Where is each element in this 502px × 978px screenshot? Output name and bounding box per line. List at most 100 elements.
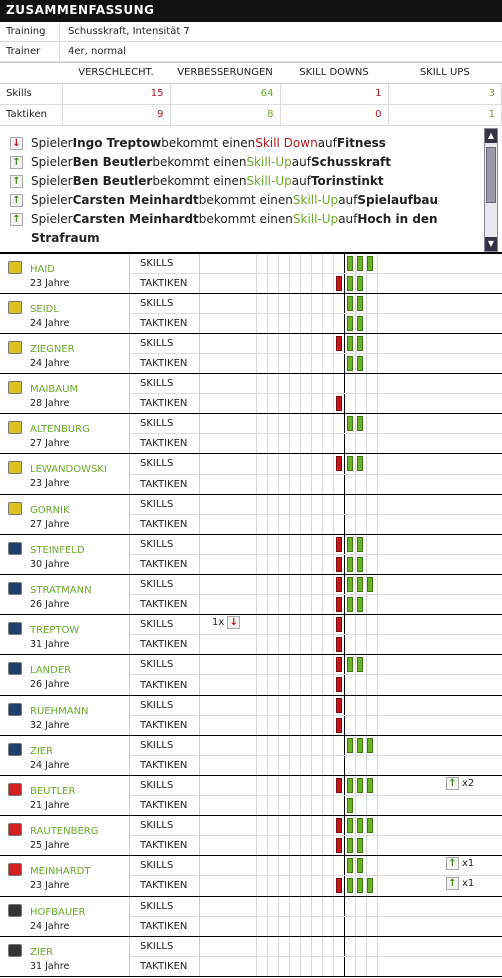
improve-bar: [347, 597, 353, 613]
player-name[interactable]: TREPTOW: [30, 625, 79, 636]
decline-bar: [336, 637, 342, 653]
cell: 15: [62, 83, 171, 105]
player-name[interactable]: RUEHMANN: [30, 706, 89, 717]
player-name[interactable]: STEINFELD: [30, 545, 85, 556]
skills-row: SKILLS 1x ↓: [130, 615, 502, 636]
player-name[interactable]: RAUTENBERG: [30, 826, 99, 837]
position-badge-icon: [8, 461, 22, 475]
player-name[interactable]: ALTENBURG: [30, 424, 90, 435]
player-row[interactable]: LEWANDOWSKI 23 Jahre SKILLS TAKTIKEN: [0, 454, 502, 495]
player-row[interactable]: MEINHARDT 23 Jahre SKILLS ↑ x1 TAKTIKEN ↑ x1: [0, 856, 502, 897]
log-name: Ingo Treptow: [72, 136, 162, 150]
bar-grid: [246, 936, 382, 956]
player-info: MAIBAUM 28 Jahre: [0, 374, 130, 414]
player-row[interactable]: HOFBAUER 24 Jahre SKILLS TAKTIKEN: [0, 896, 502, 937]
taktiken-row: TAKTIKEN: [130, 635, 502, 655]
taktiken-row: TAKTIKEN: [130, 434, 502, 454]
player-row[interactable]: RAUTENBERG 25 Jahre SKILLS TAKTIKEN: [0, 816, 502, 857]
log-entry: ↓ Spieler Ingo Treptow bekommt einen Skil…: [0, 134, 502, 153]
page-title: ZUSAMMENFASSUNG: [0, 0, 502, 22]
position-badge-icon: [8, 622, 22, 636]
scroll-down-icon[interactable]: ▼: [485, 236, 497, 251]
improve-bar: [347, 818, 353, 834]
skills-row: SKILLS: [130, 735, 502, 756]
player-name[interactable]: LANDER: [30, 665, 71, 676]
player-age: 32 Jahre: [30, 719, 70, 731]
log-post: auf: [317, 136, 337, 150]
player-name[interactable]: HOFBAUER: [30, 907, 85, 918]
improve-bar: [347, 456, 353, 472]
change-count: x2: [462, 777, 475, 789]
decline-bar: [336, 617, 342, 633]
taktiken-row: TAKTIKEN: [130, 595, 502, 615]
player-name[interactable]: ZIER: [30, 746, 53, 757]
row-type-label: SKILLS: [130, 775, 200, 796]
zero-axis: [344, 675, 345, 695]
player-row[interactable]: LANDER 26 Jahre SKILLS TAKTIKEN: [0, 655, 502, 696]
player-name[interactable]: HAID: [30, 264, 55, 275]
player-name[interactable]: STRATMANN: [30, 585, 92, 596]
skills-row: SKILLS: [130, 293, 502, 314]
skills-row: SKILLS ↑ x1: [130, 856, 502, 877]
row-type-label: SKILLS: [130, 856, 200, 876]
player-name[interactable]: MEINHARDT: [30, 866, 91, 877]
zero-axis: [344, 313, 345, 333]
zero-axis: [344, 554, 345, 574]
player-row[interactable]: BEUTLER 21 Jahre SKILLS ↑ x2 TAKTIKEN: [0, 775, 502, 817]
player-row[interactable]: ZIEGNER 24 Jahre SKILLS TAKTIKEN: [0, 333, 502, 375]
player-info: ZIER 24 Jahre: [0, 735, 130, 775]
player-row[interactable]: RUEHMANN 32 Jahre SKILLS TAKTIKEN: [0, 695, 502, 736]
info-label: Training: [0, 22, 60, 41]
player-name[interactable]: SEIDL: [30, 304, 59, 315]
zero-axis: [344, 796, 345, 816]
event-log[interactable]: ↓ Spieler Ingo Treptow bekommt einen Skil…: [0, 126, 502, 254]
row-type-label: SKILLS: [130, 816, 200, 836]
player-age: 26 Jahre: [30, 679, 70, 691]
player-row[interactable]: HAID 23 Jahre SKILLS TAKTIKEN: [0, 253, 502, 294]
player-name[interactable]: ZIER: [30, 947, 53, 958]
arrow-up-icon: ↑: [10, 212, 23, 226]
player-row[interactable]: ALTENBURG 27 Jahre SKILLS TAKTIKEN: [0, 414, 502, 455]
zero-axis: [344, 595, 345, 615]
decline-bar: [336, 335, 342, 351]
log-entry: ↑ Spieler Ben Beutler bekommt einen Skill…: [0, 172, 502, 191]
player-row[interactable]: STRATMANN 26 Jahre SKILLS TAKTIKEN: [0, 575, 502, 616]
scroll-up-icon[interactable]: ▲: [485, 128, 497, 143]
log-pre: Spieler: [31, 193, 73, 207]
improve-bar: [357, 777, 363, 793]
zero-axis: [344, 936, 345, 956]
log-post: auf: [291, 155, 311, 169]
zero-axis: [344, 394, 345, 414]
row-type-label: TAKTIKEN: [130, 796, 200, 816]
row-type-label: SKILLS: [130, 735, 200, 755]
player-row[interactable]: SEIDL 24 Jahre SKILLS TAKTIKEN: [0, 293, 502, 334]
player-name[interactable]: GORNIK: [30, 505, 70, 516]
improve-bar: [367, 737, 373, 753]
player-name[interactable]: MAIBAUM: [30, 384, 78, 395]
improve-bar: [357, 456, 363, 472]
player-name[interactable]: BEUTLER: [30, 786, 75, 797]
player-row[interactable]: ZIER 31 Jahre SKILLS TAKTIKEN: [0, 936, 502, 977]
player-row[interactable]: TREPTOW 31 Jahre SKILLS 1x ↓ TAKTIKEN: [0, 615, 502, 656]
scrollbar[interactable]: ▲ ▼: [484, 127, 498, 252]
scroll-thumb[interactable]: [486, 146, 496, 203]
zero-axis: [344, 956, 345, 976]
player-info: ZIEGNER 24 Jahre: [0, 333, 130, 374]
zero-axis: [344, 474, 345, 494]
player-name[interactable]: ZIEGNER: [30, 344, 75, 355]
zero-axis: [344, 575, 345, 595]
player-row[interactable]: ZIER 24 Jahre SKILLS TAKTIKEN: [0, 735, 502, 776]
player-name[interactable]: LEWANDOWSKI: [30, 464, 107, 475]
improve-bar: [347, 355, 353, 371]
row-type-label: TAKTIKEN: [130, 876, 200, 896]
player-row[interactable]: GORNIK 27 Jahre SKILLS TAKTIKEN: [0, 494, 502, 535]
player-age: 27 Jahre: [30, 438, 70, 450]
player-age: 24 Jahre: [30, 317, 70, 329]
col-header: SKILL DOWNS: [280, 63, 388, 84]
player-row[interactable]: STEINFELD 30 Jahre SKILLS TAKTIKEN: [0, 534, 502, 575]
skills-row: SKILLS: [130, 575, 502, 596]
skills-row: SKILLS: [130, 655, 502, 676]
player-row[interactable]: MAIBAUM 28 Jahre SKILLS TAKTIKEN: [0, 374, 502, 415]
player-age: 26 Jahre: [30, 599, 70, 610]
log-ev: Skill-Up: [292, 212, 339, 226]
